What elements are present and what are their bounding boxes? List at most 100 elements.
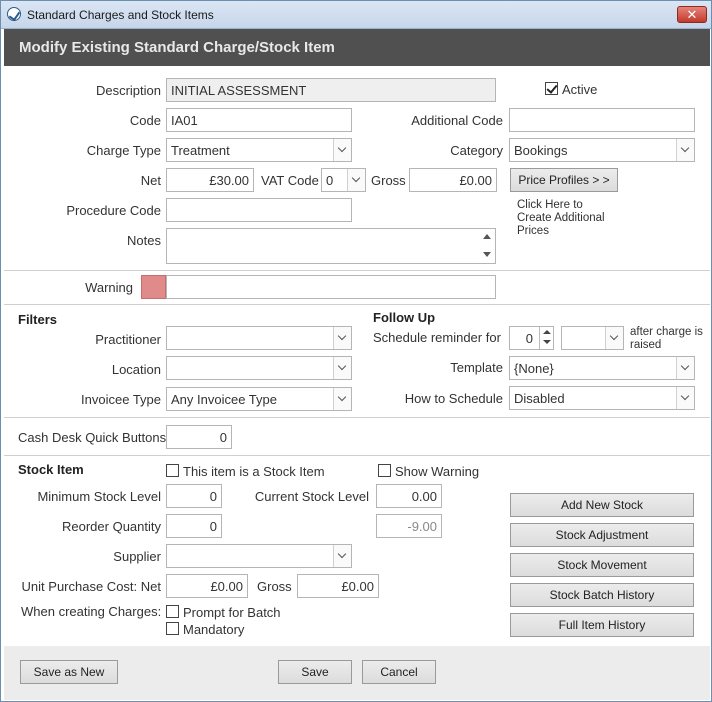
- practitioner-label: Practitioner: [95, 332, 161, 347]
- cash-desk-input[interactable]: 0: [166, 425, 232, 449]
- vat-code-select[interactable]: 0: [321, 168, 366, 192]
- footer-bar: Save as New Save Cancel: [4, 646, 710, 700]
- schedule-unit-select[interactable]: [561, 326, 624, 350]
- cancel-button[interactable]: Cancel: [362, 660, 436, 684]
- spin-up-icon[interactable]: [543, 330, 551, 334]
- app-logo-icon: [7, 7, 21, 21]
- prompt-batch-label: Prompt for Batch: [183, 605, 281, 620]
- category-label: Category: [450, 143, 503, 158]
- how-to-schedule-select[interactable]: Disabled: [509, 386, 695, 410]
- mandatory-label: Mandatory: [183, 622, 245, 637]
- gross-label: Gross: [371, 173, 406, 188]
- warning-color-swatch[interactable]: [141, 275, 166, 299]
- location-select[interactable]: [166, 356, 352, 380]
- chevron-down-icon[interactable]: [333, 327, 351, 349]
- chevron-down-icon[interactable]: [676, 357, 694, 379]
- title-bar: Standard Charges and Stock Items ✕: [1, 1, 711, 29]
- spinner-buttons[interactable]: [539, 327, 553, 349]
- procedure-code-label: Procedure Code: [66, 203, 161, 218]
- charge-type-value: Treatment: [171, 143, 230, 158]
- reorder-quantity-input[interactable]: 0: [166, 514, 222, 538]
- stock-batch-history-button[interactable]: Stock Batch History: [510, 583, 694, 607]
- save-as-new-button[interactable]: Save as New: [20, 660, 118, 684]
- schedule-reminder-spinner[interactable]: 0: [509, 326, 554, 350]
- supplier-label: Supplier: [113, 549, 161, 564]
- window-title: Standard Charges and Stock Items: [27, 8, 214, 22]
- after-charge-line-1: after charge is: [630, 326, 703, 338]
- procedure-code-input[interactable]: [166, 198, 352, 222]
- charge-type-select[interactable]: Treatment: [166, 138, 352, 162]
- stock-level-readonly: -9.00: [376, 514, 442, 538]
- template-select[interactable]: {None}: [509, 356, 695, 380]
- practitioner-select[interactable]: [166, 326, 352, 350]
- warning-input[interactable]: [166, 275, 496, 299]
- notes-label: Notes: [127, 233, 161, 248]
- notes-scrollbar[interactable]: [479, 229, 495, 263]
- chevron-down-icon[interactable]: [605, 327, 623, 349]
- follow-up-heading: Follow Up: [373, 310, 436, 325]
- stock-movement-button[interactable]: Stock Movement: [510, 553, 694, 577]
- supplier-select[interactable]: [166, 544, 352, 568]
- min-stock-level-input[interactable]: 0: [166, 484, 222, 508]
- code-input[interactable]: IA01: [166, 108, 352, 132]
- category-select[interactable]: Bookings: [509, 138, 695, 162]
- hint-line-2: Create Additional: [517, 212, 605, 224]
- vat-code-label: VAT Code: [261, 173, 319, 188]
- schedule-reminder-value: 0: [525, 331, 533, 346]
- min-stock-level-label: Minimum Stock Level: [37, 489, 161, 504]
- chevron-down-icon[interactable]: [333, 545, 351, 567]
- prompt-batch-checkbox[interactable]: [166, 605, 179, 618]
- chevron-down-icon[interactable]: [333, 139, 351, 161]
- notes-textarea[interactable]: [166, 228, 496, 264]
- active-checkbox[interactable]: [545, 82, 558, 95]
- unit-cost-label: Unit Purchase Cost: Net: [21, 579, 161, 594]
- stock-adjustment-button[interactable]: Stock Adjustment: [510, 523, 694, 547]
- mandatory-checkbox[interactable]: [166, 622, 179, 635]
- full-item-history-button[interactable]: Full Item History: [510, 613, 694, 637]
- category-value: Bookings: [514, 143, 568, 158]
- chevron-down-icon[interactable]: [347, 169, 365, 191]
- current-stock-level-input[interactable]: 0.00: [376, 484, 442, 508]
- description-input[interactable]: INITIAL ASSESSMENT: [166, 78, 496, 102]
- add-new-stock-button[interactable]: Add New Stock: [510, 493, 694, 517]
- hint-line-3: Prices: [517, 225, 549, 237]
- scroll-down-icon[interactable]: [483, 252, 491, 257]
- invoicee-type-label: Invoicee Type: [81, 392, 161, 407]
- chevron-down-icon[interactable]: [333, 388, 351, 410]
- unit-gross-label: Gross: [257, 579, 292, 594]
- location-label: Location: [111, 362, 161, 377]
- divider: [4, 455, 710, 456]
- save-button[interactable]: Save: [278, 660, 352, 684]
- divider: [4, 304, 710, 305]
- when-creating-label: When creating Charges:: [21, 604, 162, 619]
- how-to-schedule-label: How to Schedule: [404, 391, 503, 406]
- description-label: Description: [95, 83, 161, 98]
- price-profiles-button[interactable]: Price Profiles > >: [510, 168, 618, 192]
- chevron-down-icon[interactable]: [333, 357, 351, 379]
- show-warning-label: Show Warning: [395, 464, 480, 479]
- unit-cost-net-input[interactable]: £0.00: [166, 574, 248, 598]
- unit-cost-gross-input[interactable]: £0.00: [297, 574, 379, 598]
- additional-code-input[interactable]: [509, 108, 695, 132]
- show-warning-checkbox[interactable]: [378, 464, 391, 477]
- charge-type-label: Charge Type: [86, 143, 161, 158]
- header-bar: Modify Existing Standard Charge/Stock It…: [4, 29, 710, 66]
- net-label: Net: [140, 173, 161, 188]
- chevron-down-icon[interactable]: [676, 387, 694, 409]
- chevron-down-icon[interactable]: [676, 139, 694, 161]
- current-stock-level-label: Current Stock Level: [254, 489, 369, 504]
- scroll-up-icon[interactable]: [483, 234, 491, 239]
- filters-heading: Filters: [18, 312, 58, 327]
- template-label: Template: [450, 360, 503, 375]
- gross-input[interactable]: £0.00: [409, 168, 497, 192]
- code-label: Code: [129, 113, 161, 128]
- is-stock-item-checkbox[interactable]: [166, 464, 179, 477]
- template-value: {None}: [514, 361, 554, 376]
- cash-desk-label: Cash Desk Quick Buttons: [18, 430, 167, 445]
- vat-code-value: 0: [326, 173, 334, 188]
- spin-down-icon[interactable]: [543, 340, 551, 344]
- invoicee-type-select[interactable]: Any Invoicee Type: [166, 387, 352, 411]
- net-input[interactable]: £30.00: [166, 168, 254, 192]
- close-button[interactable]: ✕: [677, 6, 707, 23]
- stock-item-heading: Stock Item: [18, 462, 84, 477]
